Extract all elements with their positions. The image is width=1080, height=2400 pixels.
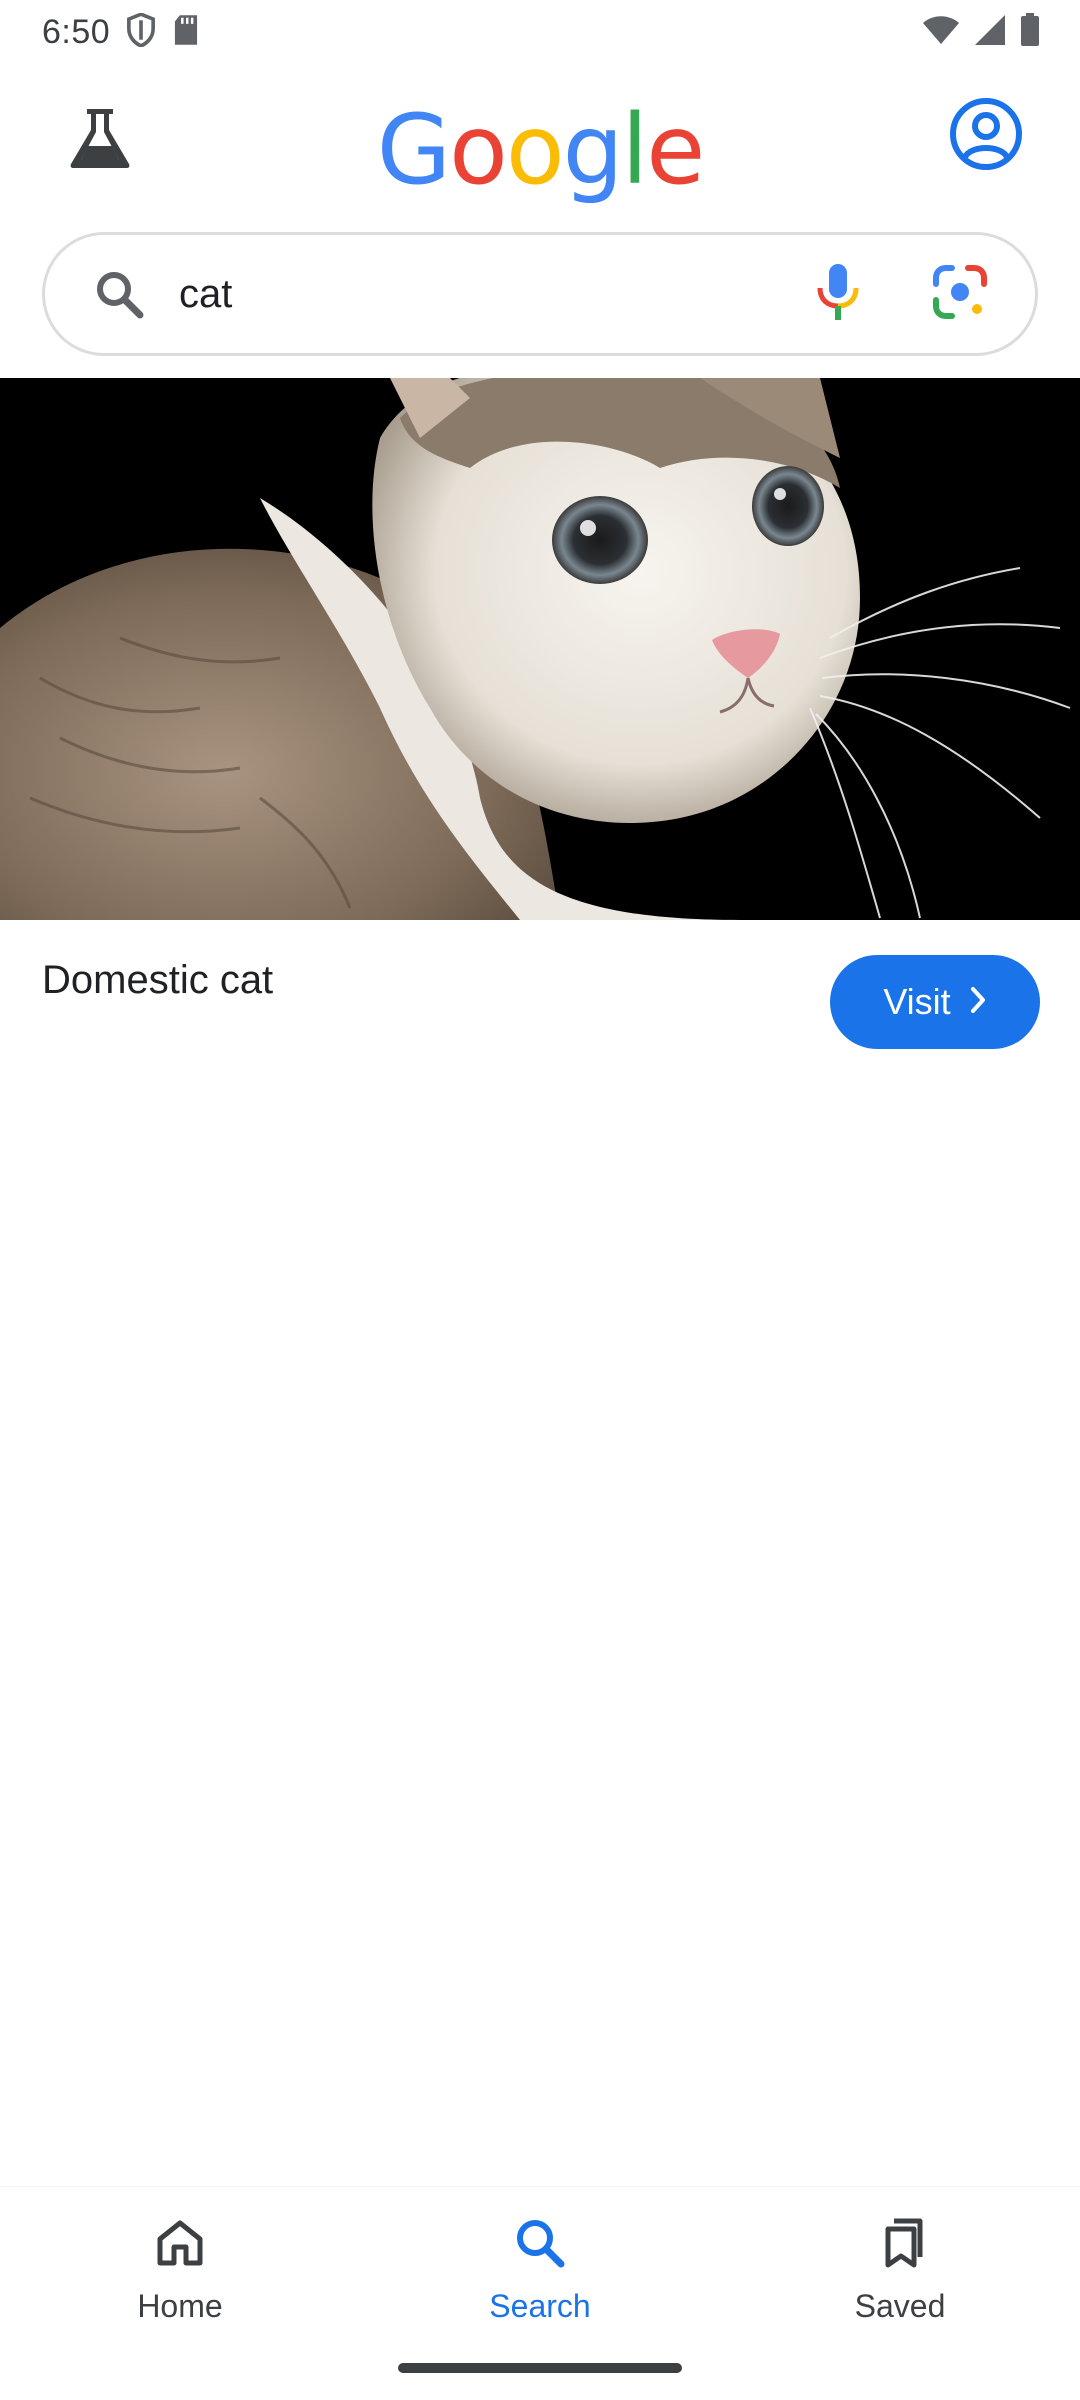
nav-label-home: Home	[137, 2288, 223, 2324]
google-lens-icon	[932, 264, 988, 325]
search-input[interactable]	[177, 270, 803, 318]
bookmarks-icon	[874, 2217, 926, 2274]
visit-label: Visit	[883, 981, 951, 1022]
home-icon	[154, 2217, 206, 2274]
voice-search-button[interactable]	[803, 259, 873, 329]
search-icon	[514, 2217, 566, 2274]
logo-letter: g	[562, 94, 624, 206]
nav-label-saved: Saved	[854, 2288, 946, 2324]
status-bar: 6:50	[0, 0, 1080, 64]
account-circle-icon	[949, 97, 1023, 176]
search-icon	[89, 264, 149, 324]
logo-letter: G	[376, 94, 451, 206]
sd-card-icon	[172, 14, 200, 51]
nav-item-home[interactable]: Home	[80, 2217, 280, 2337]
lens-button[interactable]	[925, 259, 995, 329]
result-image[interactable]	[0, 378, 1080, 920]
google-logo: Google	[0, 102, 1080, 198]
logo-letter: e	[646, 94, 705, 206]
result-title[interactable]: Domestic cat	[42, 958, 273, 1003]
nav-item-search[interactable]: Search	[440, 2217, 640, 2337]
nav-label-search: Search	[489, 2288, 591, 2324]
cat-photo	[0, 378, 1080, 920]
logo-letter: o	[449, 94, 508, 206]
chevron-right-icon	[969, 981, 987, 1023]
status-right	[922, 12, 1040, 52]
status-left: 6:50	[42, 11, 200, 52]
visit-button[interactable]: Visit	[830, 955, 1040, 1049]
shield-icon	[126, 11, 156, 52]
status-time: 6:50	[42, 12, 111, 51]
nav-item-saved[interactable]: Saved	[800, 2217, 1000, 2337]
wifi-icon	[922, 15, 960, 50]
logo-letter: l	[621, 94, 649, 206]
top-app-bar: Google	[0, 88, 1080, 218]
battery-icon	[1020, 12, 1040, 52]
account-button[interactable]	[948, 97, 1024, 176]
gesture-handle[interactable]	[398, 2363, 682, 2373]
cellular-signal-icon	[974, 14, 1006, 51]
logo-letter: o	[505, 94, 565, 206]
mic-icon	[816, 262, 860, 327]
google-logo-text: Google	[376, 94, 706, 206]
search-bar[interactable]	[42, 232, 1038, 356]
